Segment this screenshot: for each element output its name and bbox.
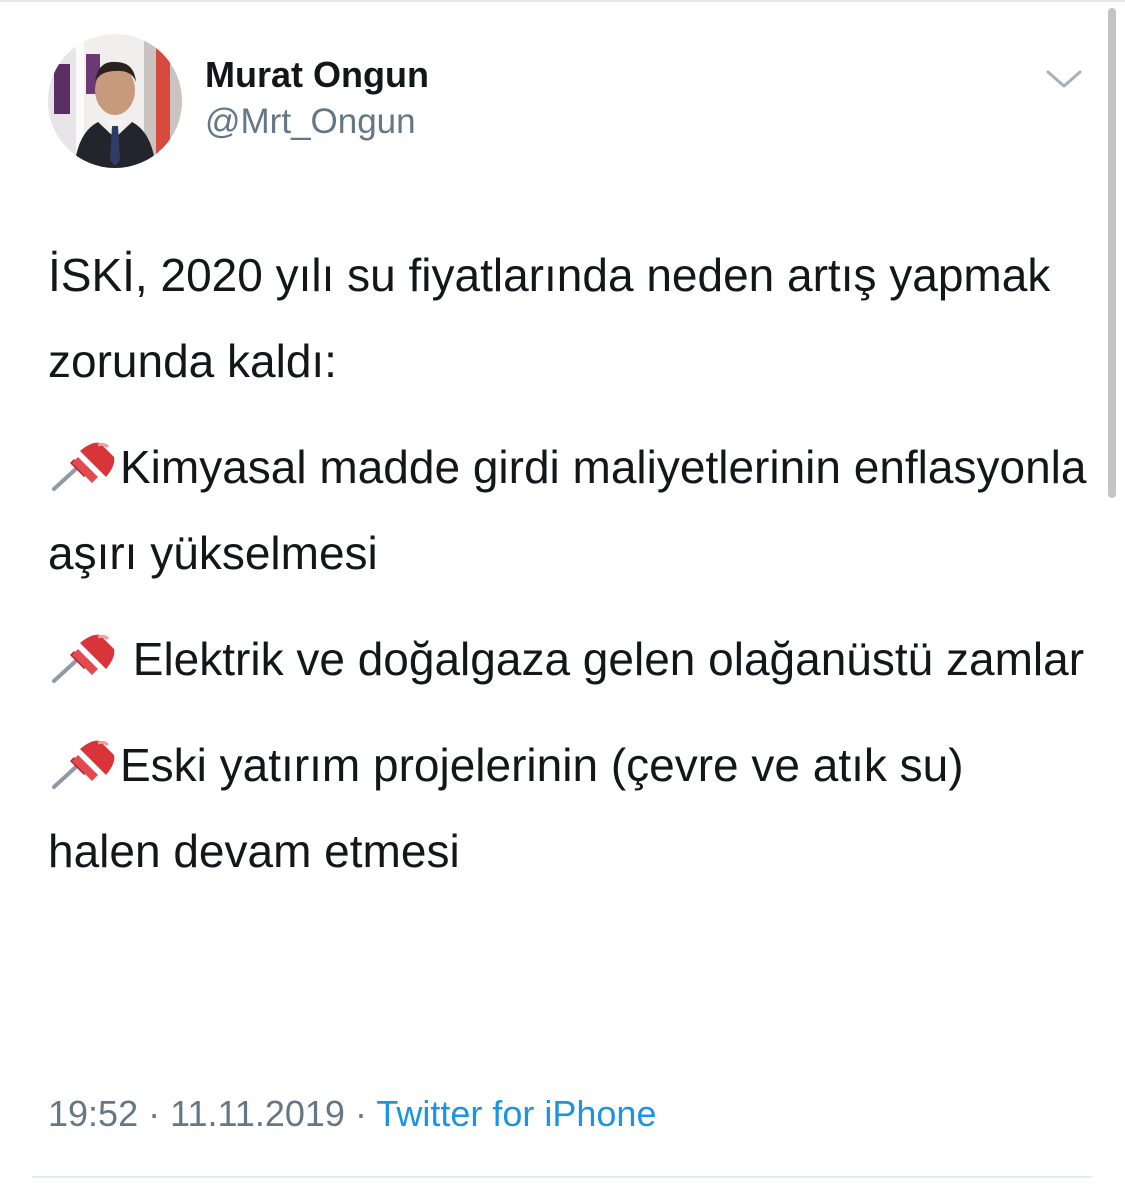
tweet-point-text: Kimyasal madde girdi maliyetlerinin enfl… <box>48 441 1087 579</box>
user-handle[interactable]: @Mrt_Ongun <box>205 100 429 144</box>
display-name[interactable]: Murat Ongun <box>205 54 429 96</box>
meta-separator: · <box>354 1093 367 1134</box>
tweet-point: Elektrik ve doğalgaza gelen olağanüstü z… <box>48 616 1088 702</box>
top-divider <box>0 0 1125 2</box>
avatar[interactable] <box>48 34 182 168</box>
tweet-header: Murat Ongun @Mrt_Ongun <box>48 34 1088 170</box>
chevron-down-icon[interactable] <box>1044 64 1084 94</box>
pushpin-icon <box>48 732 120 789</box>
avatar-photo <box>48 34 182 168</box>
scrollbar[interactable] <box>1108 8 1116 498</box>
tweet-text: İSKİ, 2020 yılı su fiyatlarında neden ar… <box>48 232 1088 914</box>
tweet-point-text: Elektrik ve doğalgaza gelen olağanüstü z… <box>120 633 1085 685</box>
tweet-point-text: Eski yatırım projelerinin (çevre ve atık… <box>48 739 964 877</box>
user-names: Murat Ongun @Mrt_Ongun <box>205 54 429 144</box>
meta-separator: · <box>148 1093 161 1134</box>
tweet-source-link[interactable]: Twitter for iPhone <box>376 1093 656 1134</box>
tweet-point: Eski yatırım projelerinin (çevre ve atık… <box>48 722 1088 894</box>
tweet-intro: İSKİ, 2020 yılı su fiyatlarında neden ar… <box>48 249 1051 387</box>
tweet-meta: 19:52 · 11.11.2019 · Twitter for iPhone <box>48 1092 656 1136</box>
pushpin-icon <box>48 626 120 683</box>
pushpin-icon <box>48 434 120 491</box>
tweet-time[interactable]: 19:52 <box>48 1093 138 1134</box>
tweet-date[interactable]: 11.11.2019 <box>170 1093 345 1134</box>
tweet-point: Kimyasal madde girdi maliyetlerinin enfl… <box>48 424 1088 596</box>
bottom-divider <box>32 1176 1092 1178</box>
